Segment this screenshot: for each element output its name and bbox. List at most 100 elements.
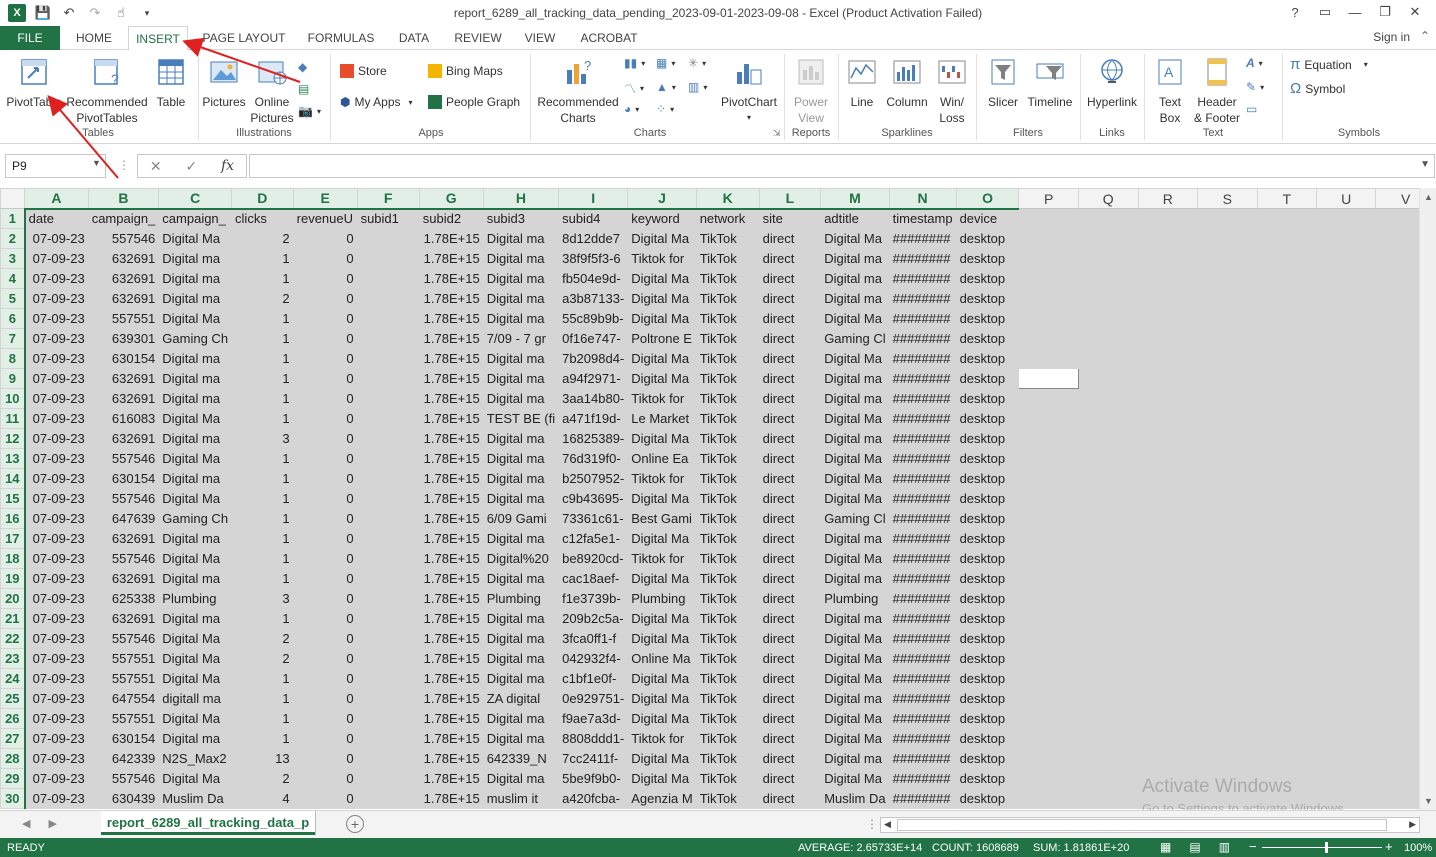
vertical-scrollbar[interactable]: ▲ ▼ <box>1419 188 1436 810</box>
cell[interactable]: date <box>24 208 89 229</box>
cell[interactable]: direct <box>758 308 822 329</box>
cell[interactable]: Tiktok for <box>627 388 697 409</box>
cell[interactable] <box>1077 528 1139 549</box>
cell[interactable]: 625338 <box>87 588 160 609</box>
cell[interactable]: 0 <box>292 748 358 769</box>
cell[interactable]: Digital ma <box>820 688 890 709</box>
signature-line-button[interactable]: ✎ ▾ <box>1246 80 1264 94</box>
cell[interactable]: Digital Ma <box>820 308 890 329</box>
cell[interactable] <box>1256 328 1317 349</box>
cell[interactable]: direct <box>758 268 822 289</box>
tab-data[interactable]: DATA <box>390 26 438 50</box>
cell[interactable] <box>1315 208 1377 229</box>
equation-button[interactable]: π Equation ▾ <box>1290 56 1368 73</box>
sparkline-winloss-button[interactable]: Win/ Loss <box>932 56 972 126</box>
cell[interactable]: 1.78E+15 <box>418 308 484 329</box>
cell[interactable]: 639301 <box>87 328 160 349</box>
cell[interactable] <box>1197 248 1258 269</box>
cell[interactable] <box>356 748 420 769</box>
cell[interactable]: subid3 <box>482 208 560 229</box>
cell[interactable]: 1 <box>231 608 294 629</box>
cell[interactable]: Digital ma <box>482 528 560 549</box>
cell[interactable] <box>356 308 420 329</box>
cell[interactable] <box>1077 208 1139 229</box>
cell[interactable] <box>1018 468 1079 489</box>
cell[interactable] <box>356 708 420 729</box>
cell[interactable]: ######## <box>888 588 957 609</box>
cell[interactable]: direct <box>758 788 822 809</box>
cell[interactable] <box>1315 768 1377 789</box>
cell[interactable] <box>1077 588 1139 609</box>
cell[interactable] <box>1137 468 1199 489</box>
cell[interactable]: ######## <box>888 608 957 629</box>
cell[interactable]: 1.78E+15 <box>418 688 484 709</box>
insert-function-button[interactable]: fx <box>221 158 234 174</box>
cell[interactable]: Digital Ma <box>158 488 233 509</box>
cell[interactable]: 1.78E+15 <box>418 668 484 689</box>
cell[interactable] <box>356 228 420 249</box>
cell[interactable]: a94f2971- <box>558 368 629 389</box>
cell[interactable] <box>356 648 420 669</box>
cell[interactable]: device <box>955 208 1020 229</box>
cell[interactable] <box>1315 648 1377 669</box>
cell[interactable]: 0 <box>292 428 358 449</box>
cell[interactable]: 1.78E+15 <box>418 288 484 309</box>
cell[interactable]: 3 <box>231 428 294 449</box>
cell[interactable]: 07-09-23 <box>24 608 89 629</box>
horizontal-scroll-thumb[interactable] <box>897 819 1387 831</box>
cell[interactable] <box>1018 648 1079 669</box>
name-box[interactable]: P9 <box>5 154 106 178</box>
cell[interactable]: f1e3739b- <box>558 588 629 609</box>
cell[interactable] <box>1077 728 1139 749</box>
cell[interactable] <box>1077 768 1139 789</box>
cell[interactable]: direct <box>758 228 822 249</box>
cell[interactable] <box>1018 668 1079 689</box>
cell[interactable]: 632691 <box>87 248 160 269</box>
cell[interactable]: ######## <box>888 508 957 529</box>
cell[interactable] <box>1137 268 1199 289</box>
cell[interactable] <box>1315 628 1377 649</box>
cell[interactable]: a420fcba- <box>558 788 629 809</box>
cell[interactable] <box>1315 488 1377 509</box>
cell[interactable] <box>1077 508 1139 529</box>
normal-view-icon[interactable]: ▦ <box>1160 840 1171 854</box>
cell[interactable] <box>1315 328 1377 349</box>
row-header[interactable]: 14 <box>0 468 26 489</box>
cell[interactable] <box>1077 688 1139 709</box>
cell[interactable] <box>1018 608 1079 629</box>
row-header[interactable]: 29 <box>0 768 26 789</box>
cell[interactable] <box>356 468 420 489</box>
cell[interactable]: 2 <box>231 768 294 789</box>
cell[interactable]: TikTok <box>695 348 760 369</box>
cell[interactable]: 0 <box>292 268 358 289</box>
scatter-chart-button[interactable]: ⁘ ▾ <box>656 102 674 116</box>
cell[interactable]: TikTok <box>695 688 760 709</box>
cell[interactable]: 2 <box>231 628 294 649</box>
cell[interactable]: direct <box>758 508 822 529</box>
cell[interactable]: TikTok <box>695 508 760 529</box>
cell[interactable]: 0 <box>292 688 358 709</box>
cell[interactable]: 0 <box>292 468 358 489</box>
cell[interactable]: 55c89b9b- <box>558 308 629 329</box>
cell[interactable]: Digital Ma <box>627 768 697 789</box>
cell[interactable]: 0 <box>292 788 358 809</box>
cell[interactable] <box>356 568 420 589</box>
cell[interactable] <box>1018 728 1079 749</box>
cell[interactable] <box>1077 368 1139 389</box>
cell[interactable] <box>1197 468 1258 489</box>
cell[interactable]: 642339 <box>87 748 160 769</box>
cell[interactable] <box>1256 748 1317 769</box>
cell[interactable] <box>1256 268 1317 289</box>
cell[interactable]: direct <box>758 488 822 509</box>
cell[interactable]: 07-09-23 <box>24 788 89 809</box>
cell[interactable] <box>356 388 420 409</box>
column-header[interactable]: N <box>888 188 957 210</box>
row-header[interactable]: 3 <box>0 248 26 269</box>
cell[interactable] <box>1137 748 1199 769</box>
cell[interactable]: 1 <box>231 508 294 529</box>
cell[interactable] <box>1077 568 1139 589</box>
cell[interactable]: Digital ma <box>820 248 890 269</box>
cell[interactable]: 1.78E+15 <box>418 468 484 489</box>
restore-button[interactable]: ❐ <box>1370 2 1400 22</box>
cell[interactable]: TikTok <box>695 248 760 269</box>
